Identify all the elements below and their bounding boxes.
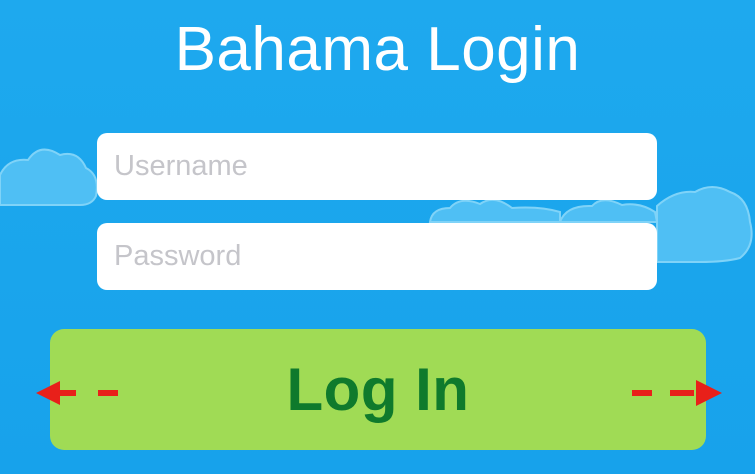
password-field-container bbox=[97, 223, 657, 290]
password-input[interactable] bbox=[97, 223, 657, 290]
username-input[interactable] bbox=[97, 133, 657, 200]
login-button[interactable]: Log In bbox=[50, 329, 706, 450]
cloud-left-icon bbox=[0, 148, 98, 206]
username-field-container bbox=[97, 133, 657, 200]
login-button-label: Log In bbox=[286, 356, 470, 423]
login-screen: Bahama Login Log In bbox=[0, 0, 755, 474]
page-title: Bahama Login bbox=[174, 15, 581, 84]
